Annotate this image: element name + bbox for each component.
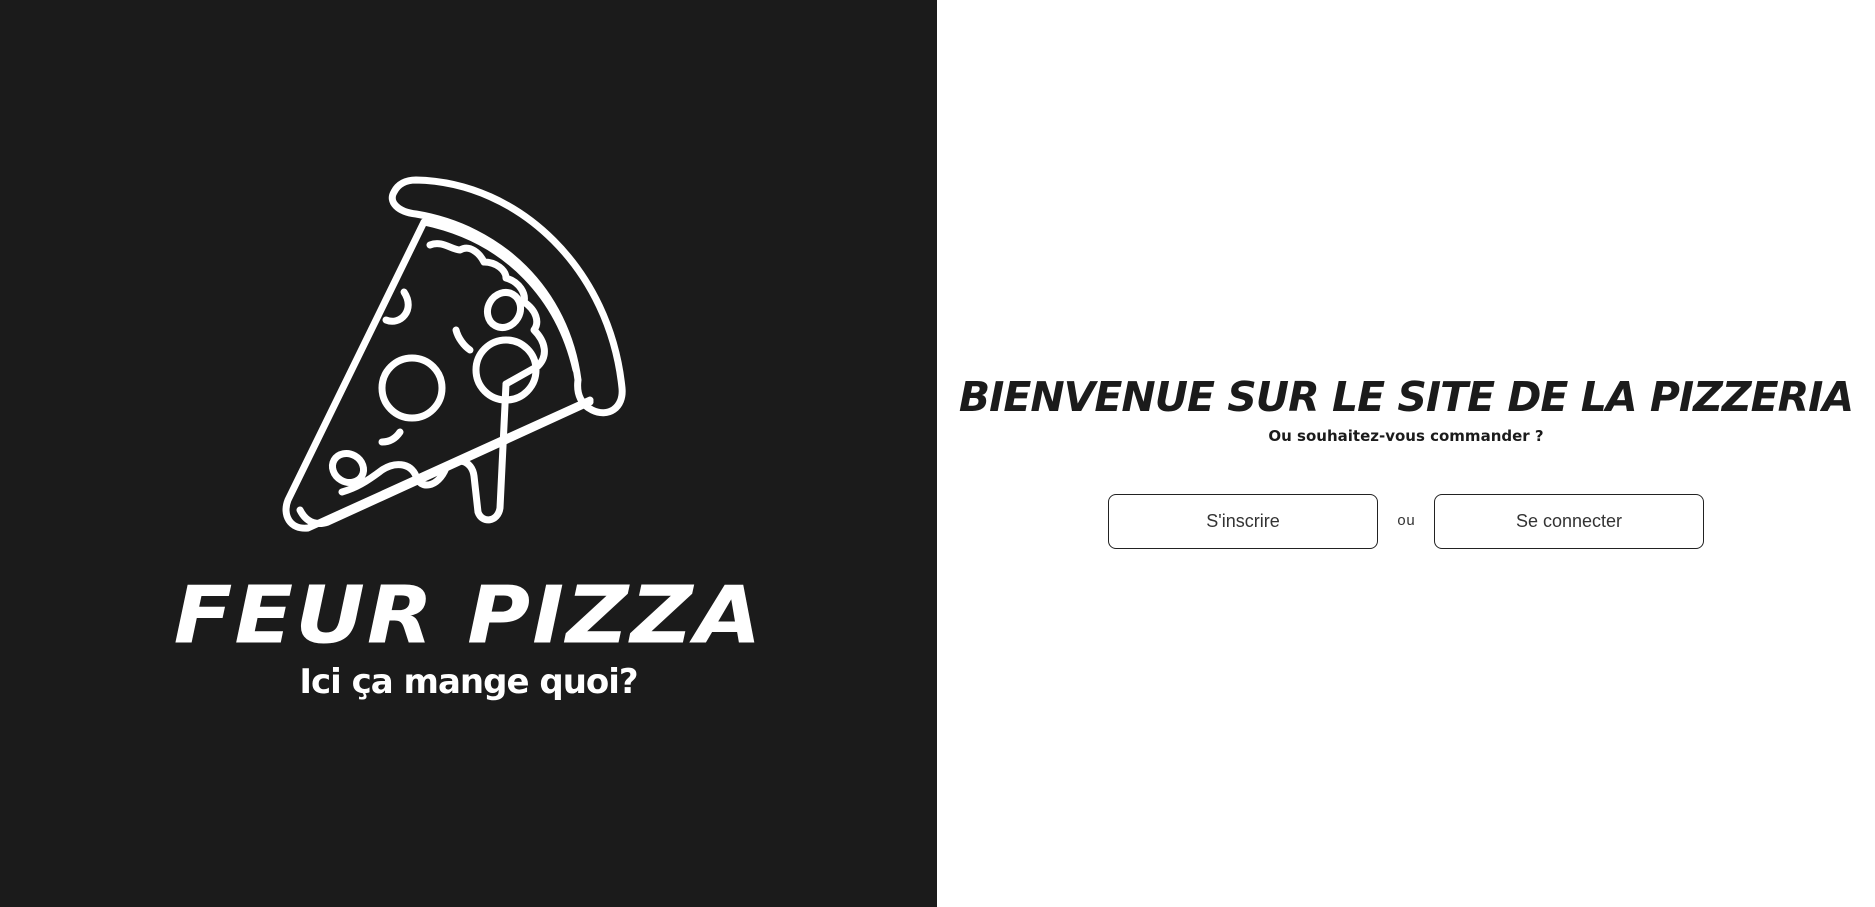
welcome-title: BIENVENUE SUR LE SITE DE LA PIZZERIA — [958, 373, 1854, 421]
brand-tagline: Ici ça mange quoi? — [299, 662, 638, 702]
pizza-slice-icon — [282, 176, 626, 532]
welcome-panel: BIENVENUE SUR LE SITE DE LA PIZZERIA Ou … — [937, 0, 1875, 907]
brand-panel: FEUR PIZZA Ici ça mange quoi? — [0, 0, 937, 907]
brand-name: FEUR PIZZA — [173, 570, 764, 662]
or-separator: ou — [1396, 513, 1415, 530]
auth-actions: S'inscrire ou Se connecter — [937, 494, 1875, 549]
landing-page: FEUR PIZZA Ici ça mange quoi? BIENVENUE … — [0, 0, 1875, 907]
login-button[interactable]: Se connecter — [1434, 494, 1704, 549]
welcome-subtitle: Ou souhaitez-vous commander ? — [1268, 427, 1544, 445]
signup-button[interactable]: S'inscrire — [1108, 494, 1378, 549]
